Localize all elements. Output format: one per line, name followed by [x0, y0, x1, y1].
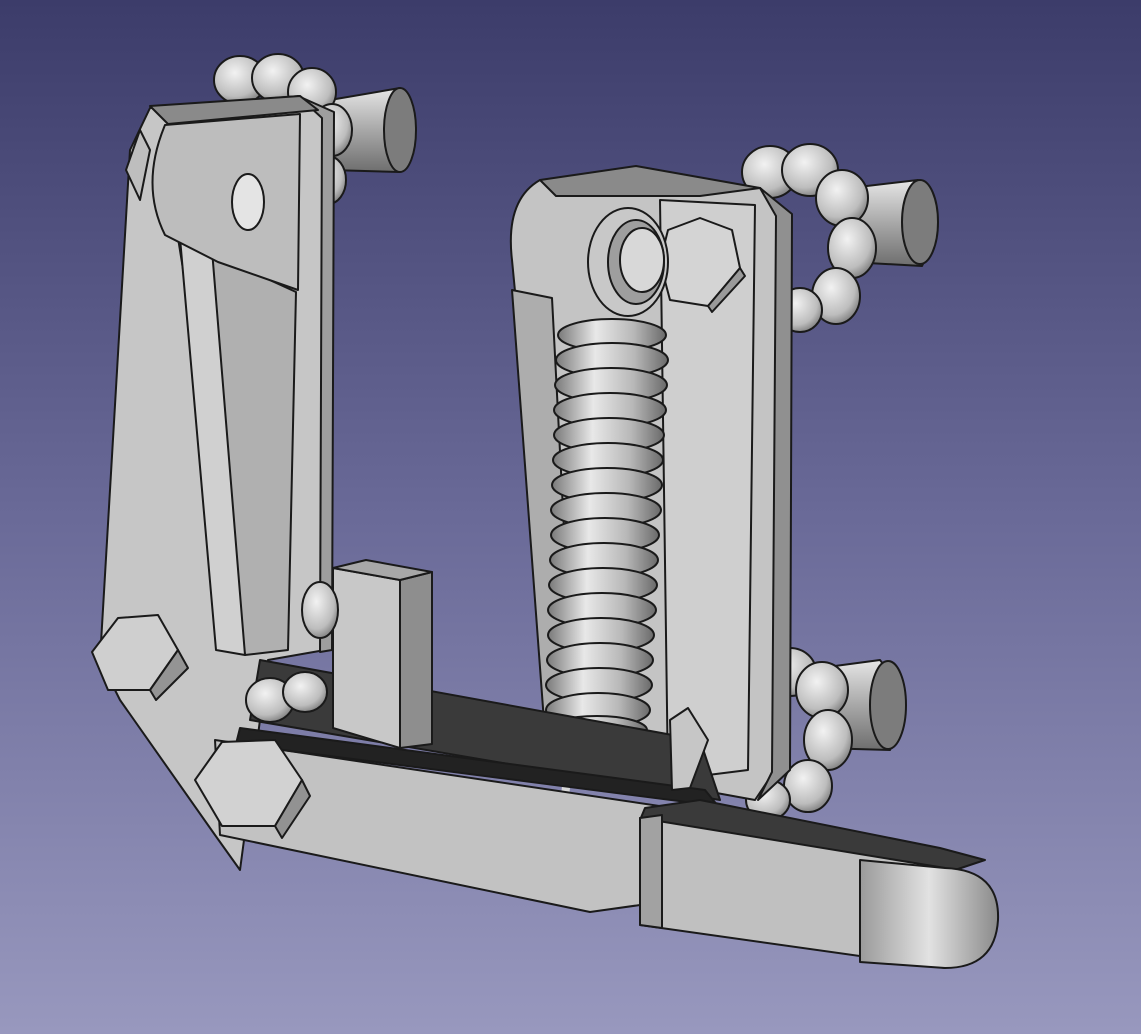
3d-viewport[interactable]: [0, 0, 1141, 1034]
stop-block[interactable]: [332, 559, 433, 749]
tension-spring[interactable]: [545, 318, 669, 745]
lever-foot[interactable]: [639, 799, 1000, 969]
cad-model-render[interactable]: [0, 0, 1141, 1034]
spring-top-eye[interactable]: [587, 207, 669, 317]
